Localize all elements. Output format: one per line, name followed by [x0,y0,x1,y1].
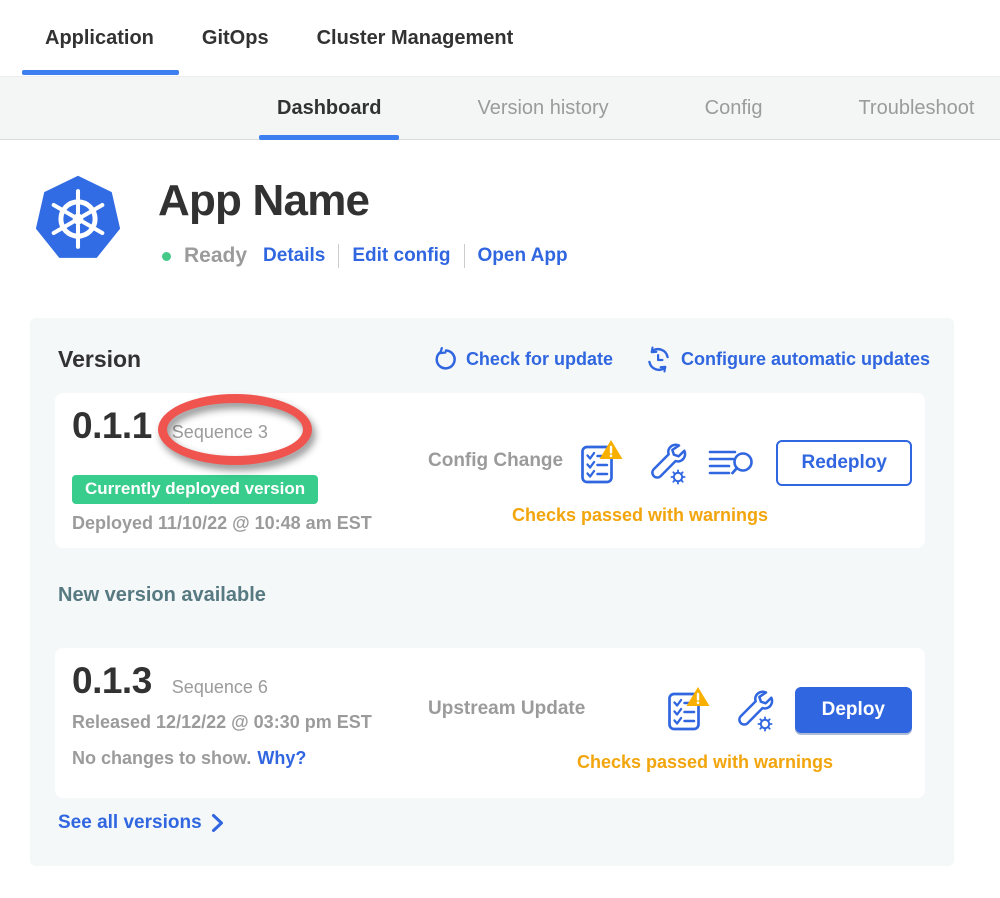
currently-deployed-badge: Currently deployed version [72,475,318,504]
released-timestamp: Released 12/12/22 @ 03:30 pm EST [72,712,372,733]
top-navigation: Application GitOps Cluster Management [0,0,1000,76]
tab-dashboard[interactable]: Dashboard [259,77,399,140]
check-for-update-label: Check for update [466,349,613,370]
status-text: Ready [184,244,247,268]
available-version-source: Upstream Update [428,698,585,720]
available-version-number: 0.1.3 [72,660,152,702]
current-version-sequence: Sequence 3 [172,422,268,443]
redeploy-button[interactable]: Redeploy [776,440,912,486]
available-version-card: 0.1.3 Sequence 6 Released 12/12/22 @ 03:… [55,648,925,798]
tab-config[interactable]: Config [687,77,781,140]
changes-note-text: No changes to show. [72,748,251,768]
current-checks-status: Checks passed with warnings [450,505,830,526]
available-version-row: 0.1.3 Sequence 6 [72,660,268,702]
see-all-versions-label: See all versions [58,812,202,834]
topnav-item-gitops[interactable]: GitOps [202,0,269,76]
kubernetes-logo-icon [33,172,123,266]
file-search-icon[interactable] [708,443,756,483]
version-panel: Version Check for update Con [30,318,954,866]
app-status-row: Ready Details Edit config Open App [162,241,568,271]
page-title: App Name [158,176,369,226]
version-panel-title: Version [58,346,141,373]
clock-refresh-icon [645,346,672,373]
preflight-checks-warning-icon[interactable] [580,439,624,486]
version-panel-actions: Check for update Configure automatic upd… [432,346,930,373]
configure-automatic-updates-label: Configure automatic updates [681,349,930,370]
wrench-gear-icon[interactable] [731,686,775,733]
current-version-card: 0.1.1 Sequence 3 Currently deployed vers… [55,393,925,548]
divider [338,244,339,268]
app-sub-navigation: Dashboard Version history Config Trouble… [0,76,1000,140]
changes-note: No changes to show. Why? [72,748,306,769]
status-dot-icon [162,252,171,261]
current-version-row: 0.1.1 Sequence 3 [72,405,268,447]
sub-nav-tabs: Dashboard Version history Config Trouble… [259,77,992,140]
check-for-update-link[interactable]: Check for update [432,347,613,372]
wrench-gear-icon[interactable] [644,439,688,486]
configure-automatic-updates-link[interactable]: Configure automatic updates [645,346,930,373]
topnav-item-cluster-management[interactable]: Cluster Management [317,0,514,76]
new-version-heading: New version available [58,584,266,607]
preflight-checks-warning-icon[interactable] [667,686,711,733]
topnav-item-application[interactable]: Application [45,0,154,76]
deploy-button[interactable]: Deploy [795,687,912,733]
current-version-number: 0.1.1 [72,405,152,447]
top-nav-items: Application GitOps Cluster Management [45,0,513,76]
tab-troubleshoot[interactable]: Troubleshoot [840,77,992,140]
refresh-icon [432,347,457,372]
details-link[interactable]: Details [263,245,325,267]
current-version-source: Config Change [428,450,563,472]
available-version-sequence: Sequence 6 [172,677,268,698]
open-app-link[interactable]: Open App [478,245,568,267]
see-all-versions-link[interactable]: See all versions [58,812,224,834]
available-checks-status: Checks passed with warnings [515,752,895,773]
divider [464,244,465,268]
edit-config-link[interactable]: Edit config [352,245,450,267]
tab-version-history[interactable]: Version history [459,77,626,140]
deployed-timestamp: Deployed 11/10/22 @ 10:48 am EST [72,513,372,534]
why-link[interactable]: Why? [257,748,306,768]
available-version-actions: Deploy [667,686,912,733]
chevron-right-icon [211,813,224,833]
current-version-actions: Redeploy [580,439,912,486]
